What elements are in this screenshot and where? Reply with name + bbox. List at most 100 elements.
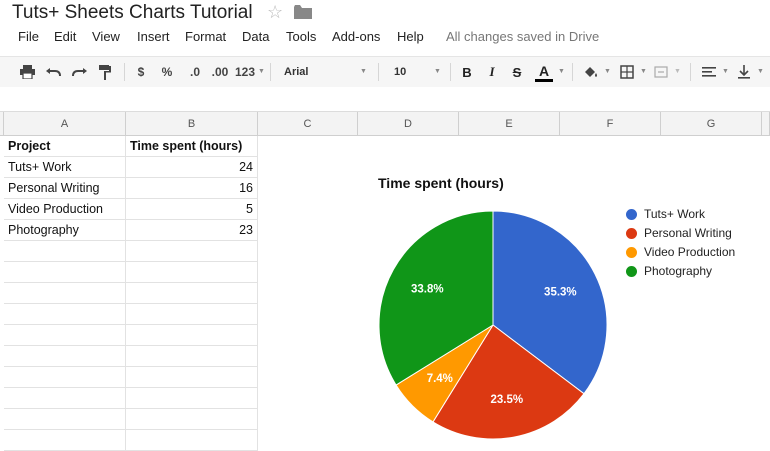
- chevron-down-icon[interactable]: ▼: [258, 68, 265, 75]
- cell-hours[interactable]: [126, 283, 258, 304]
- column-header-b[interactable]: B: [126, 112, 258, 136]
- chevron-down-icon[interactable]: ▼: [434, 68, 441, 75]
- align-left-icon[interactable]: [700, 63, 718, 81]
- legend-swatch: [626, 265, 637, 277]
- legend-item[interactable]: Personal Writing: [626, 226, 732, 240]
- font-size-select[interactable]: 10: [394, 63, 406, 81]
- cell-project[interactable]: [4, 241, 126, 262]
- menu-addons[interactable]: Add-ons: [332, 29, 380, 44]
- borders-icon[interactable]: [618, 63, 636, 81]
- menu-edit[interactable]: Edit: [54, 29, 76, 44]
- column-header-d[interactable]: D: [358, 112, 459, 136]
- print-icon[interactable]: [18, 63, 36, 81]
- cell-hours[interactable]: [126, 430, 258, 451]
- legend-label: Personal Writing: [644, 226, 732, 240]
- chevron-down-icon[interactable]: ▼: [558, 68, 565, 75]
- cell-project[interactable]: Video Production: [4, 199, 126, 220]
- legend-swatch: [626, 227, 637, 239]
- column-header-e[interactable]: E: [459, 112, 560, 136]
- chevron-down-icon[interactable]: ▼: [722, 68, 729, 75]
- pie-slice-label: 35.3%: [544, 286, 577, 298]
- cell-project[interactable]: [4, 304, 126, 325]
- italic-button[interactable]: I: [485, 63, 499, 81]
- menu-format[interactable]: Format: [185, 29, 226, 44]
- save-status: All changes saved in Drive: [446, 29, 600, 44]
- document-title[interactable]: Tuts+ Sheets Charts Tutorial: [12, 2, 253, 24]
- cell-hours[interactable]: [126, 367, 258, 388]
- menu-help[interactable]: Help: [397, 29, 424, 44]
- merge-cells-icon[interactable]: [652, 63, 670, 81]
- pie-chart[interactable]: Time spent (hours) 35.3% 23.5% 7.4% 33.8% T…: [263, 137, 770, 445]
- cell-project[interactable]: Personal Writing: [4, 178, 126, 199]
- column-header-a[interactable]: A: [4, 112, 126, 136]
- decrease-decimal-button[interactable]: .0: [184, 63, 206, 81]
- pie-slice-label: 7.4%: [427, 373, 453, 385]
- header-cell-hours[interactable]: Time spent (hours): [126, 136, 258, 157]
- menu-insert[interactable]: Insert: [137, 29, 170, 44]
- cell-hours[interactable]: [126, 388, 258, 409]
- pie-slice-label: 33.8%: [411, 283, 444, 295]
- folder-icon[interactable]: [294, 5, 312, 19]
- cell-project[interactable]: [4, 409, 126, 430]
- legend-swatch: [626, 208, 637, 220]
- cell-hours[interactable]: [126, 304, 258, 325]
- chevron-down-icon[interactable]: ▼: [360, 68, 367, 75]
- chevron-down-icon[interactable]: ▼: [604, 68, 611, 75]
- cell-hours[interactable]: [126, 241, 258, 262]
- cell-project[interactable]: Tuts+ Work: [4, 157, 126, 178]
- chevron-down-icon[interactable]: ▼: [674, 68, 681, 75]
- cell-project[interactable]: [4, 367, 126, 388]
- legend-item[interactable]: Video Production: [626, 245, 735, 259]
- column-header-f[interactable]: F: [560, 112, 661, 136]
- cell-project[interactable]: Photography: [4, 220, 126, 241]
- header-cell-project[interactable]: Project: [4, 136, 126, 157]
- cell-hours[interactable]: 5: [126, 199, 258, 220]
- fill-color-icon[interactable]: [582, 63, 600, 81]
- legend-label: Tuts+ Work: [644, 207, 706, 221]
- more-formats-button[interactable]: 123: [234, 63, 256, 81]
- font-select[interactable]: Arial: [284, 63, 308, 81]
- cell-hours[interactable]: 24: [126, 157, 258, 178]
- bold-button[interactable]: B: [460, 63, 474, 81]
- title-bar: Tuts+ Sheets Charts Tutorial ☆: [0, 0, 770, 26]
- cell-project[interactable]: [4, 325, 126, 346]
- legend-label: Video Production: [644, 245, 736, 259]
- text-color-button[interactable]: A: [535, 63, 553, 82]
- cell-hours[interactable]: [126, 346, 258, 367]
- legend-swatch: [626, 246, 637, 258]
- chevron-down-icon[interactable]: ▼: [640, 68, 647, 75]
- redo-icon[interactable]: [70, 63, 88, 81]
- undo-icon[interactable]: [44, 63, 62, 81]
- column-header-g[interactable]: G: [661, 112, 762, 136]
- chevron-down-icon[interactable]: ▼: [757, 68, 764, 75]
- toolbar: $ % .0 .00 123 ▼ Arial ▼ 10 ▼ B I S A ▼ …: [0, 56, 770, 88]
- column-header-c[interactable]: C: [258, 112, 358, 136]
- menu-view[interactable]: View: [92, 29, 120, 44]
- cell-hours[interactable]: 16: [126, 178, 258, 199]
- legend-item[interactable]: Tuts+ Work: [626, 207, 705, 221]
- vertical-align-icon[interactable]: [736, 63, 752, 81]
- cell-hours[interactable]: [126, 262, 258, 283]
- cell-project[interactable]: [4, 346, 126, 367]
- formula-bar[interactable]: [0, 87, 770, 112]
- cell-hours[interactable]: 23: [126, 220, 258, 241]
- menu-file[interactable]: File: [18, 29, 39, 44]
- cell-hours[interactable]: [126, 325, 258, 346]
- strikethrough-button[interactable]: S: [510, 63, 524, 81]
- column-header-more[interactable]: [762, 112, 770, 136]
- cell-project[interactable]: [4, 283, 126, 304]
- legend-label: Photography: [644, 264, 713, 278]
- cell-project[interactable]: [4, 262, 126, 283]
- pie-slice-label: 23.5%: [491, 394, 524, 406]
- currency-button[interactable]: $: [134, 63, 148, 81]
- cell-project[interactable]: [4, 430, 126, 451]
- cell-hours[interactable]: [126, 409, 258, 430]
- star-icon[interactable]: ☆: [267, 2, 283, 23]
- percent-button[interactable]: %: [160, 63, 174, 81]
- menu-tools[interactable]: Tools: [286, 29, 316, 44]
- menu-data[interactable]: Data: [242, 29, 269, 44]
- cell-project[interactable]: [4, 388, 126, 409]
- legend-item[interactable]: Photography: [626, 264, 712, 278]
- paint-format-icon[interactable]: [97, 63, 113, 81]
- increase-decimal-button[interactable]: .00: [208, 63, 232, 81]
